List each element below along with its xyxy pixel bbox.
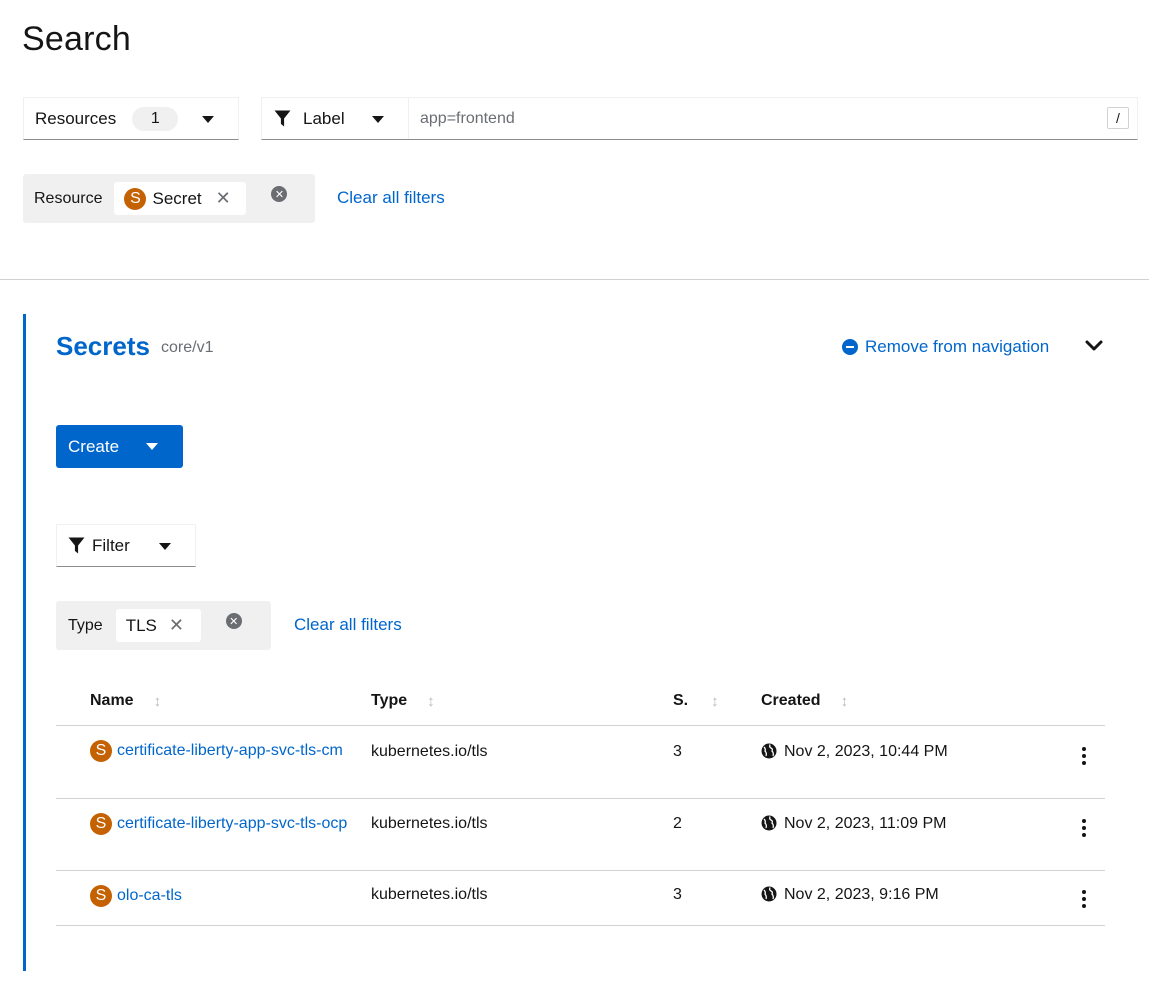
label-dropdown[interactable]: Label (262, 98, 409, 139)
table-row: S certificate-liberty-app-svc-tls-cm kub… (56, 726, 1105, 799)
type-cell: kubernetes.io/tls (371, 743, 488, 760)
size-cell: 3 (673, 886, 682, 903)
close-icon[interactable]: ✕ (216, 188, 231, 209)
table-row: S olo-ca-tls kubernetes.io/tls 3 Nov 2, … (56, 871, 1105, 926)
resources-label: Resources (35, 108, 117, 128)
secret-resource-badge: S (90, 813, 112, 835)
created-cell: Nov 2, 2023, 11:09 PM (761, 815, 946, 833)
secret-name-link[interactable]: certificate-liberty-app-svc-tls-cm (117, 738, 349, 763)
sort-icon: ↕ (427, 692, 435, 710)
filter-icon (274, 110, 291, 127)
create-button[interactable]: Create (56, 425, 183, 468)
resource-chip-label: Secret (152, 188, 202, 208)
column-header-created[interactable]: Created ↕ (761, 692, 848, 710)
resource-chip: S Secret ✕ (114, 182, 247, 215)
table-header: Name ↕ Type ↕ S. ↕ Created ↕ (56, 680, 1105, 726)
created-timestamp: Nov 2, 2023, 9:16 PM (784, 886, 939, 903)
type-chip-group: Type TLS ✕ ✕ (56, 601, 271, 650)
chevron-down-icon[interactable] (1084, 336, 1104, 356)
column-header-name[interactable]: Name ↕ (90, 692, 161, 710)
filter-dropdown[interactable]: Filter (56, 524, 196, 567)
resource-chip-group: Resource S Secret ✕ ✕ (23, 174, 315, 223)
kebab-icon[interactable] (1078, 890, 1090, 908)
size-cell: 3 (673, 743, 682, 760)
resources-count-badge: 1 (132, 106, 179, 131)
label-search-value: app=frontend (420, 109, 515, 127)
sort-icon: ↕ (840, 692, 849, 710)
page-title: Search (22, 20, 131, 58)
sort-icon: ↕ (153, 692, 162, 710)
close-circle-icon[interactable]: ✕ (271, 186, 288, 202)
divider (0, 279, 1149, 280)
label-dropdown-text: Label (303, 108, 345, 128)
name-cell: S certificate-liberty-app-svc-tls-ocp (90, 813, 349, 836)
caret-down-icon (202, 116, 214, 123)
column-header-type[interactable]: Type ↕ (371, 692, 435, 710)
caret-down-icon (372, 116, 384, 123)
created-cell: Nov 2, 2023, 9:16 PM (761, 886, 939, 904)
type-cell: kubernetes.io/tls (371, 886, 488, 903)
type-cell: kubernetes.io/tls (371, 815, 488, 832)
kebab-icon[interactable] (1078, 819, 1090, 837)
section-accent-bar (23, 314, 26, 971)
close-circle-icon[interactable]: ✕ (225, 613, 242, 629)
chip-group-category: Resource (34, 189, 103, 207)
secret-name-link[interactable]: certificate-liberty-app-svc-tls-ocp (117, 811, 349, 836)
table-row: S certificate-liberty-app-svc-tls-ocp ku… (56, 799, 1105, 871)
created-timestamp: Nov 2, 2023, 10:44 PM (784, 743, 948, 760)
globe-icon (761, 815, 777, 830)
secret-resource-badge: S (90, 740, 112, 762)
clear-all-filters-link[interactable]: Clear all filters (294, 615, 402, 635)
caret-down-icon (159, 543, 171, 550)
clear-all-filters-link[interactable]: Clear all filters (337, 188, 445, 208)
secret-name-link[interactable]: olo-ca-tls (117, 883, 349, 908)
chip-group-category: Type (68, 616, 103, 634)
minus-circle-icon (842, 339, 858, 355)
column-header-size[interactable]: S. ↕ (673, 692, 719, 710)
resources-dropdown[interactable]: Resources 1 (23, 97, 239, 140)
filter-icon (68, 537, 85, 554)
section-api-version: core/v1 (161, 339, 214, 356)
section-title[interactable]: Secrets (56, 331, 150, 362)
caret-down-icon (146, 443, 158, 450)
created-timestamp: Nov 2, 2023, 11:09 PM (784, 815, 947, 832)
name-cell: S olo-ca-tls (90, 885, 349, 908)
type-chip: TLS ✕ (115, 609, 201, 642)
size-cell: 2 (673, 815, 682, 832)
shortcut-hint: / (1107, 107, 1129, 129)
label-filter-group: Label app=frontend / (261, 97, 1138, 140)
created-cell: Nov 2, 2023, 10:44 PM (761, 743, 948, 761)
remove-from-navigation-label: Remove from navigation (865, 337, 1050, 356)
type-chip-label: TLS (125, 615, 157, 635)
name-cell: S certificate-liberty-app-svc-tls-cm (90, 740, 349, 763)
create-button-label: Create (68, 436, 120, 456)
close-icon[interactable]: ✕ (169, 615, 184, 636)
secrets-table: Name ↕ Type ↕ S. ↕ Created ↕ S certifica… (56, 680, 1105, 926)
secret-resource-badge: S (124, 187, 147, 210)
label-search-input[interactable]: app=frontend / (409, 98, 1137, 139)
globe-icon (761, 886, 777, 901)
sort-icon: ↕ (711, 692, 719, 710)
secret-resource-badge: S (90, 885, 112, 907)
globe-icon (761, 743, 777, 758)
remove-from-navigation-button[interactable]: Remove from navigation (842, 337, 1049, 357)
filter-dropdown-label: Filter (92, 535, 130, 555)
kebab-icon[interactable] (1078, 747, 1090, 765)
